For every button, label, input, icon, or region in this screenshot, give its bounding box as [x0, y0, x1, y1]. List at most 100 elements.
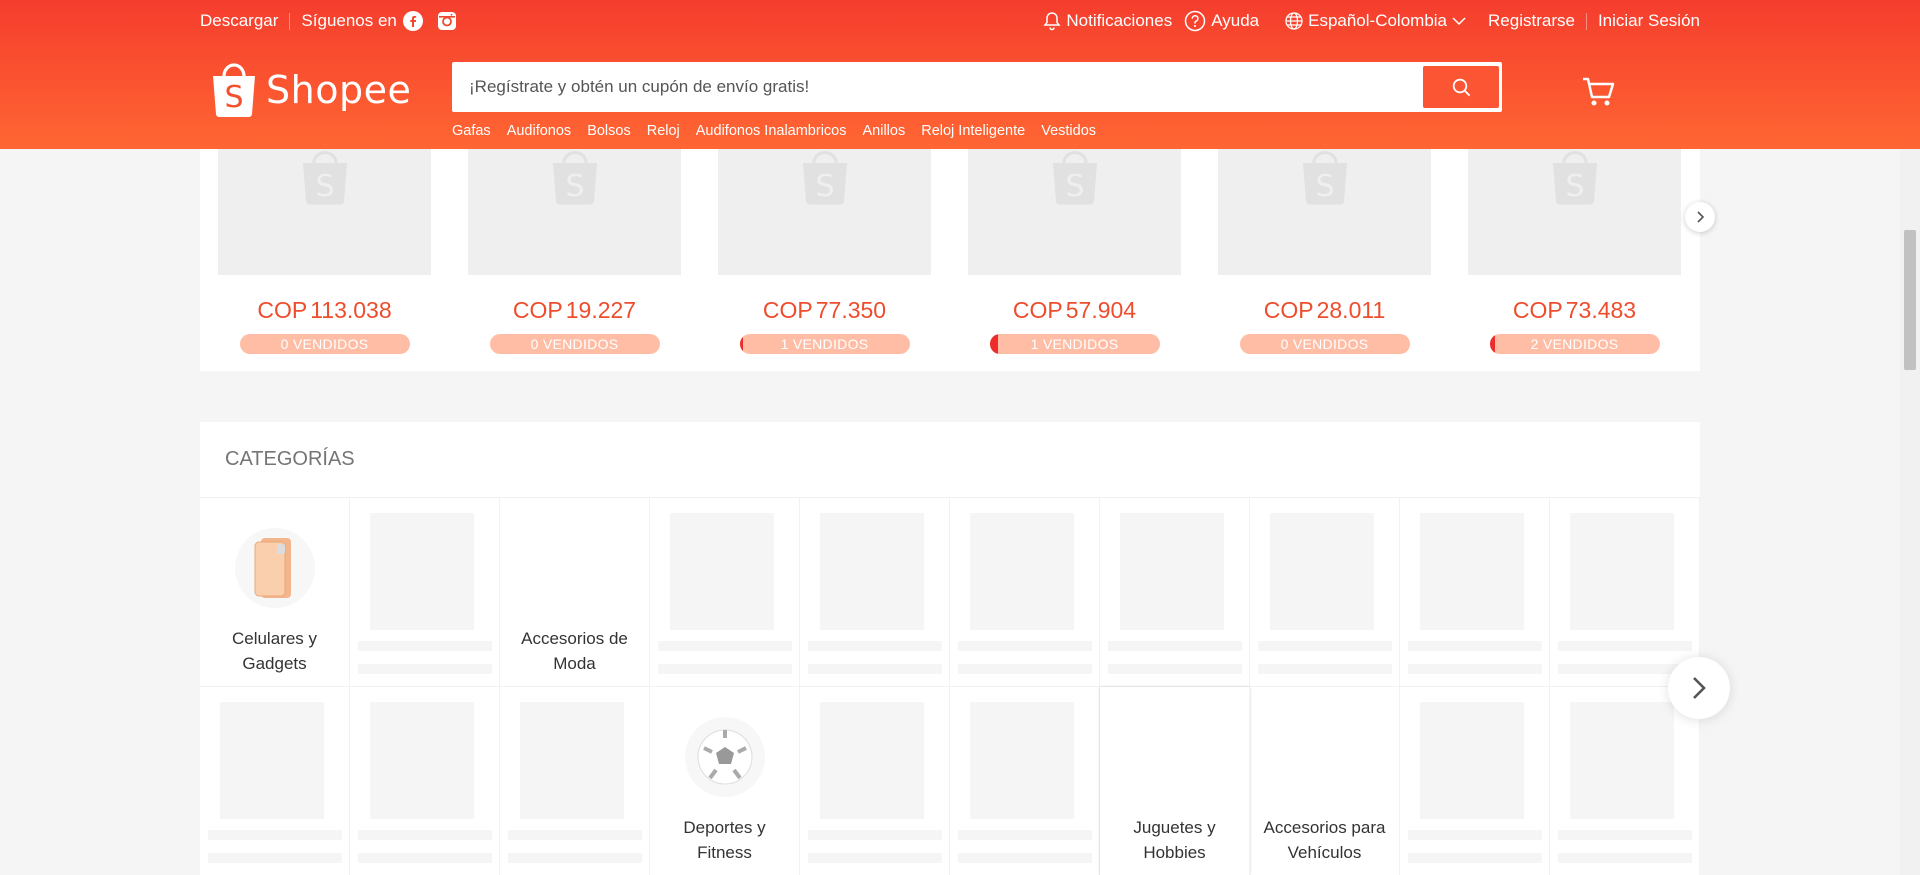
category-placeholder	[800, 687, 950, 875]
currency-label: COP	[762, 297, 813, 323]
keyword-link[interactable]: Audifonos Inalambricos	[696, 123, 847, 139]
flash-sale-panel: S COP 113.038 0 VENDIDOS S COP 19.227 0 VENDID…	[200, 149, 1715, 371]
search-bar-section: S Shopee Gafas Audifonos Bolsos Reloj Au…	[200, 52, 1700, 148]
image-skeleton	[1120, 513, 1224, 630]
category-item[interactable]: Accesorios para Vehículos	[1250, 687, 1400, 875]
text-skeleton	[208, 853, 342, 863]
image-skeleton	[670, 513, 774, 630]
flash-sale-item[interactable]: S COP 28.011 0 VENDIDOS	[1218, 149, 1431, 354]
bell-icon	[1043, 12, 1061, 31]
keyword-link[interactable]: Reloj Inteligente	[921, 123, 1025, 139]
sold-count: 1 VENDIDOS	[780, 336, 869, 352]
keyword-link[interactable]: Gafas	[452, 123, 491, 139]
category-item[interactable]: Accesorios de Moda	[500, 498, 650, 687]
category-placeholder	[800, 498, 950, 687]
image-skeleton	[520, 702, 624, 819]
text-skeleton	[208, 830, 342, 840]
product-price: COP 19.227	[468, 297, 681, 324]
sold-progress-fill	[1489, 334, 1495, 354]
keyword-link[interactable]: Bolsos	[587, 123, 631, 139]
facebook-icon[interactable]	[402, 11, 423, 31]
chevron-right-icon	[1693, 677, 1706, 699]
text-skeleton	[1258, 664, 1392, 674]
header: Descargar Síguenos en Notificaciones Ayu…	[0, 0, 1920, 149]
category-placeholder	[1250, 498, 1400, 687]
category-placeholder	[1550, 687, 1700, 875]
category-item[interactable]: Celulares y Gadgets	[200, 498, 350, 687]
top-navbar: Descargar Síguenos en Notificaciones Ayu…	[200, 0, 1700, 42]
text-skeleton	[958, 641, 1092, 651]
notifications-link[interactable]: Notificaciones	[1043, 11, 1172, 31]
category-placeholder	[500, 687, 650, 875]
search-box	[452, 62, 1502, 112]
download-link[interactable]: Descargar	[200, 11, 278, 31]
flash-sale-item[interactable]: S COP 77.350 1 VENDIDOS	[718, 149, 931, 354]
keyword-link[interactable]: Anillos	[863, 123, 906, 139]
register-link[interactable]: Registrarse	[1488, 11, 1575, 31]
text-skeleton	[1108, 641, 1242, 651]
flash-sale-item[interactable]: S COP 19.227 0 VENDIDOS	[468, 149, 681, 354]
text-skeleton	[358, 664, 492, 674]
category-placeholder	[950, 687, 1100, 875]
category-placeholder	[200, 687, 350, 875]
instagram-icon[interactable]	[437, 11, 457, 31]
categories-title: CATEGORÍAS	[200, 422, 1700, 498]
divider	[1585, 12, 1587, 30]
language-selector[interactable]: Español-Colombia	[1285, 11, 1466, 31]
text-skeleton	[958, 664, 1092, 674]
login-link[interactable]: Iniciar Sesión	[1598, 11, 1700, 31]
sold-count: 0 VENDIDOS	[1280, 336, 1369, 352]
scrollbar-thumb[interactable]	[1904, 230, 1916, 370]
categories-section: CATEGORÍAS Celulares y Gadgets Accesorios…	[200, 422, 1700, 875]
shopee-bag-icon: S	[302, 150, 347, 205]
sold-count: 0 VENDIDOS	[280, 336, 369, 352]
category-label: Deportes y Fitness	[683, 818, 766, 862]
image-skeleton	[1420, 702, 1524, 819]
sold-progress-bar: 0 VENDIDOS	[1239, 334, 1410, 354]
image-skeleton	[370, 513, 474, 630]
image-skeleton	[970, 702, 1074, 819]
svg-text:S: S	[1315, 169, 1334, 204]
shopee-logo[interactable]: S Shopee	[210, 62, 411, 118]
category-label: Juguetes y Hobbies	[1133, 818, 1216, 862]
price-value: 73.483	[1565, 297, 1637, 323]
currency-label: COP	[1512, 297, 1563, 323]
image-skeleton	[1570, 702, 1674, 819]
sold-progress-fill	[739, 334, 743, 354]
flash-sale-item[interactable]: S COP 57.904 1 VENDIDOS	[968, 149, 1181, 354]
product-image-placeholder: S	[968, 149, 1181, 275]
trending-keywords: Gafas Audifonos Bolsos Reloj Audifonos I…	[452, 123, 1096, 139]
flash-sale-item[interactable]: S COP 113.038 0 VENDIDOS	[218, 149, 431, 354]
category-placeholder	[950, 498, 1100, 687]
svg-text:S: S	[315, 169, 334, 204]
category-item[interactable]: Deportes y Fitness	[650, 687, 800, 875]
keyword-link[interactable]: Vestidos	[1041, 123, 1096, 139]
text-skeleton	[958, 830, 1092, 840]
category-item[interactable]: Juguetes y Hobbies	[1100, 687, 1250, 875]
product-image-placeholder: S	[1468, 149, 1681, 275]
keyword-link[interactable]: Reloj	[647, 123, 680, 139]
text-skeleton	[1408, 853, 1542, 863]
flash-sale-next-button[interactable]	[1685, 202, 1715, 232]
shopee-bag-icon: S	[552, 150, 597, 205]
flash-sale-item[interactable]: S COP 73.483 2 VENDIDOS	[1468, 149, 1681, 354]
product-image-placeholder: S	[218, 149, 431, 275]
shopee-bag-icon: S	[1052, 150, 1097, 205]
text-skeleton	[1408, 830, 1542, 840]
help-link[interactable]: Ayuda	[1184, 10, 1259, 32]
text-skeleton	[508, 830, 642, 840]
text-skeleton	[1408, 641, 1542, 651]
category-placeholder	[650, 498, 800, 687]
sold-progress-bar: 1 VENDIDOS	[739, 334, 910, 354]
search-button[interactable]	[1423, 66, 1499, 108]
keyword-link[interactable]: Audifonos	[507, 123, 572, 139]
search-input[interactable]	[455, 66, 1423, 108]
text-skeleton	[658, 664, 792, 674]
image-skeleton	[1270, 513, 1374, 630]
categories-next-button[interactable]	[1668, 657, 1730, 719]
chevron-right-icon	[1697, 211, 1705, 223]
shopping-cart-icon[interactable]	[1581, 74, 1617, 110]
sold-count: 2 VENDIDOS	[1530, 336, 1619, 352]
text-skeleton	[1258, 641, 1392, 651]
product-image-placeholder: S	[1218, 149, 1431, 275]
